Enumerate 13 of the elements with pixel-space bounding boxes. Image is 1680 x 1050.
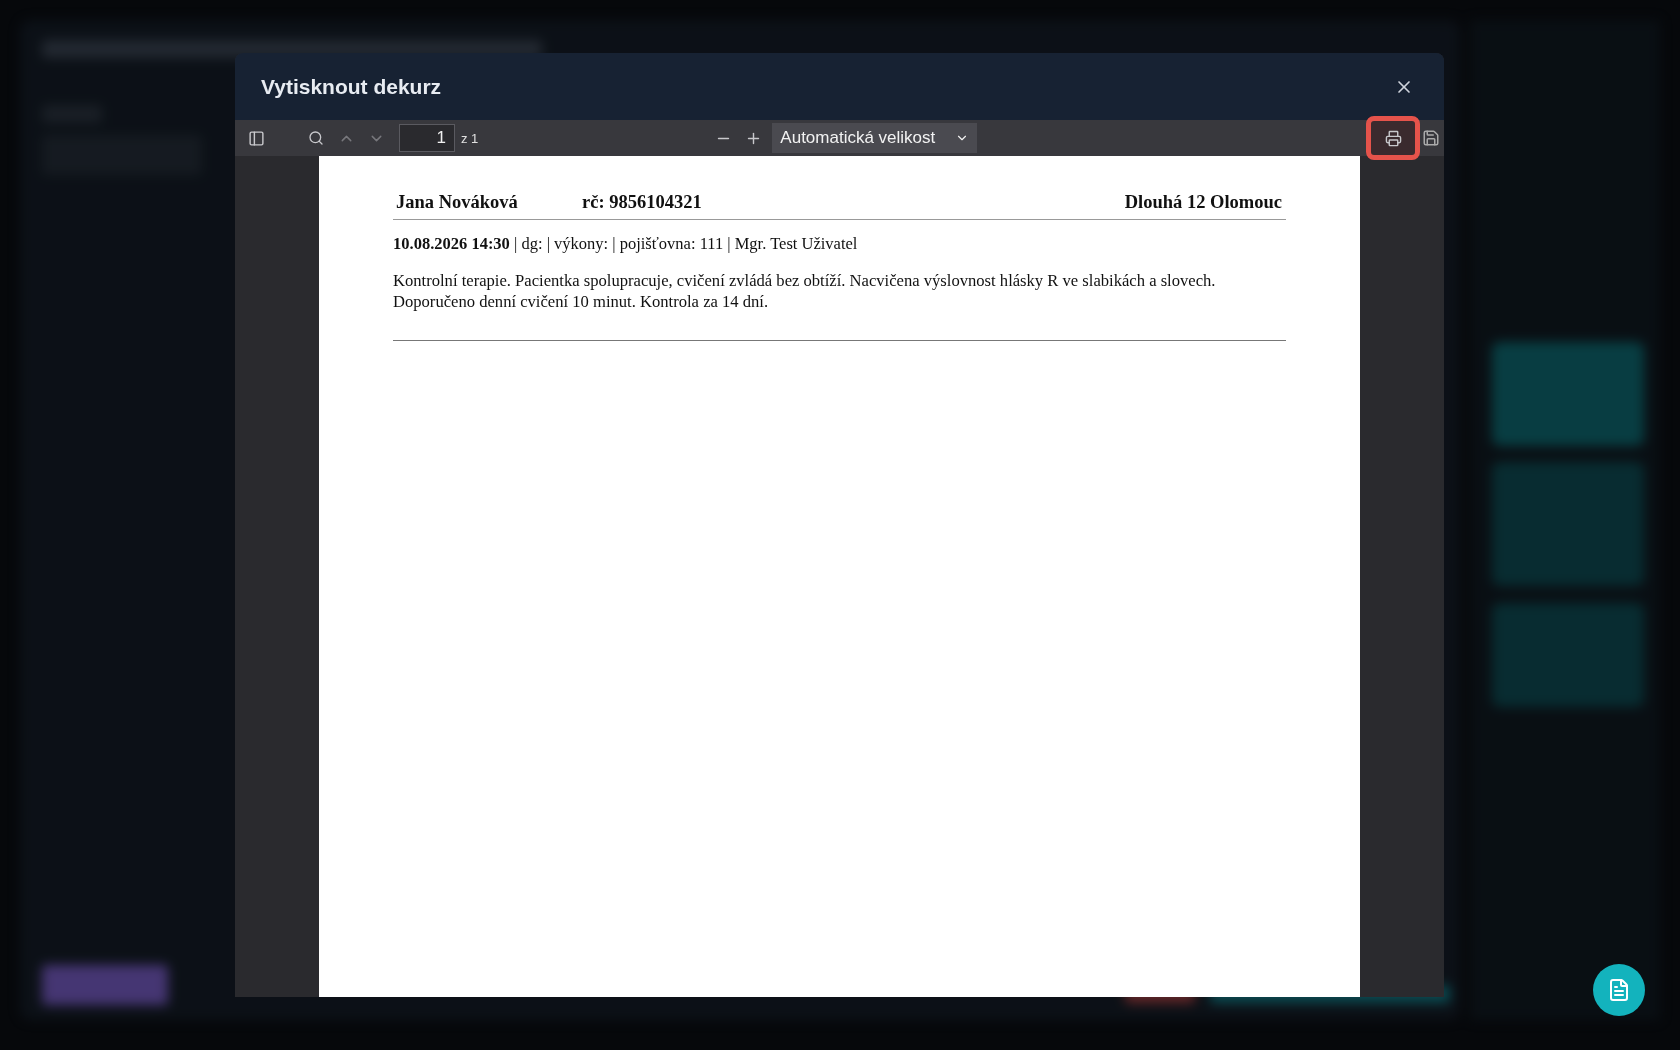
patient-name: Jana Nováková <box>396 192 519 213</box>
document-button[interactable] <box>1593 964 1645 1016</box>
patient-address: Dlouhá 12 Olomouc <box>1124 192 1282 213</box>
printer-icon <box>1384 129 1402 147</box>
document-icon <box>1607 978 1631 1002</box>
record-text: Kontrolní terapie. Pacientka spolupracuje, cvičení zvládá bez obtíží. Nacvičena výslovnost hlásky R ve slabikách a slovech. Doporučeno denní cvičení 10 minut. Kontrola za 14 dní. <box>393 270 1217 312</box>
print-button[interactable] <box>1366 116 1420 160</box>
zoom-select[interactable]: Automatická velikost <box>772 123 978 153</box>
dialog-title: Vytisknout dekurz <box>261 74 442 99</box>
record-meta: 10.08.2026 14:30 | dg: | výkony: | pojišťovna: 111 | Mgr. Test Uživatel <box>393 234 859 254</box>
page-count: z 1 <box>461 130 479 146</box>
birth-number: rč: 9856104321 <box>582 192 703 213</box>
page-number-field[interactable]: 1 <box>399 124 455 152</box>
